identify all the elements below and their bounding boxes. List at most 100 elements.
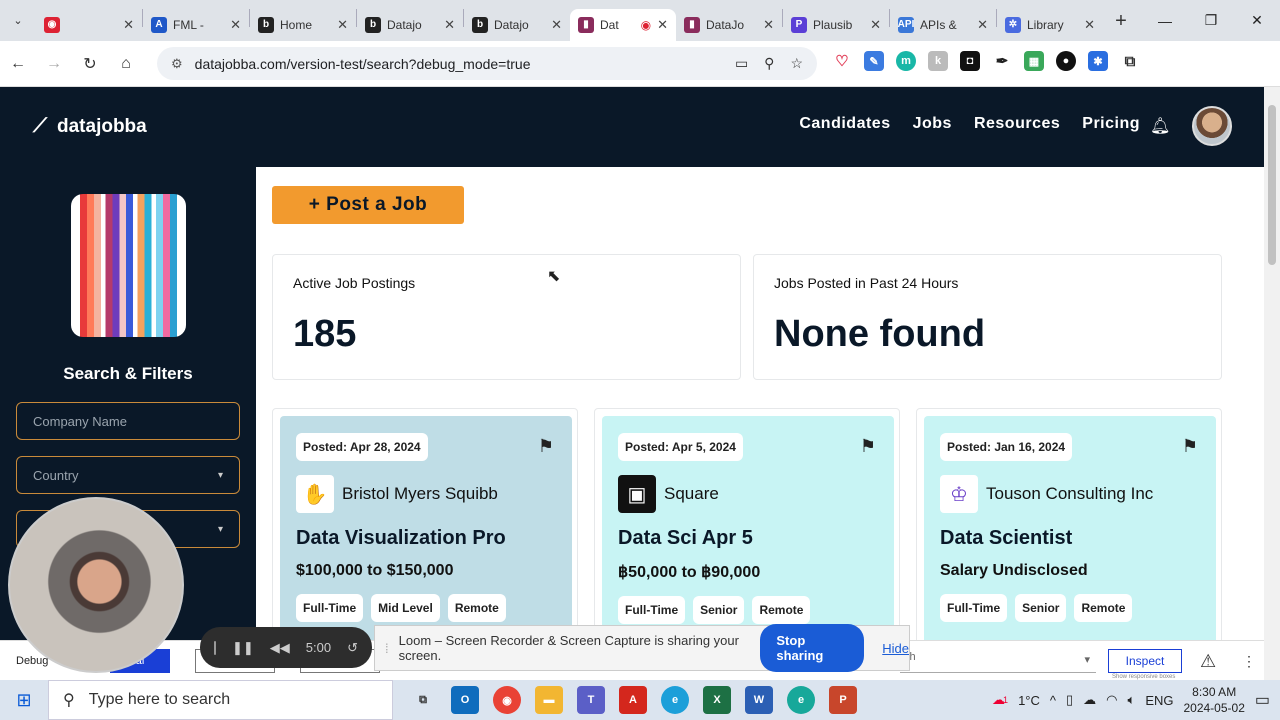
bookmark-add-icon[interactable]: ⚑ [1182, 436, 1198, 457]
wifi-icon[interactable]: ◠ [1106, 692, 1117, 708]
acrobat-icon[interactable]: A [619, 686, 647, 714]
browser-tab[interactable]: A FML - ✕ [143, 9, 249, 41]
close-tab-icon[interactable]: ✕ [870, 17, 881, 33]
pause-icon[interactable]: ❚❚ [232, 640, 254, 656]
clock[interactable]: 8:30 AM 2024-05-02 [1183, 684, 1244, 716]
post-job-button[interactable]: + Post a Job [272, 186, 464, 224]
chrome-icon[interactable]: ◉ [493, 686, 521, 714]
job-title[interactable]: Data Sci Apr 5 [618, 527, 878, 550]
rewind-icon[interactable]: ◀◀ [270, 640, 290, 656]
teams-icon[interactable]: T [577, 686, 605, 714]
company-name-input[interactable]: Company Name [16, 402, 240, 440]
nav-resources[interactable]: Resources [974, 115, 1060, 133]
extension-icon[interactable]: ✱ [1088, 51, 1108, 71]
temperature[interactable]: 1°C [1018, 693, 1040, 708]
notifications-icon[interactable]: ▭ [1255, 690, 1270, 710]
nav-pricing[interactable]: Pricing [1082, 115, 1140, 133]
edge-dev-icon[interactable]: e [787, 686, 815, 714]
close-tab-icon[interactable]: ✕ [230, 17, 241, 33]
user-avatar[interactable] [1192, 106, 1232, 146]
notification-bell-icon[interactable]: 🔔︎ [1150, 116, 1170, 136]
browser-tab[interactable]: b Home ✕ [250, 9, 356, 41]
extension-icon[interactable]: k [928, 51, 948, 71]
usb-icon[interactable]: ▯ [1066, 692, 1073, 708]
minimize-icon[interactable]: — [1142, 13, 1188, 29]
back-icon[interactable]: ← [0, 55, 36, 73]
company-name[interactable]: Touson Consulting Inc [986, 484, 1153, 504]
job-title[interactable]: Data Scientist [940, 527, 1200, 550]
job-title[interactable]: Data Visualization Pro [296, 527, 556, 550]
browser-tab[interactable]: P Plausib ✕ [783, 9, 889, 41]
volume-icon[interactable]: 🔈︎ [1128, 692, 1136, 708]
address-bar[interactable]: ⚙ datajobba.com/version-test/search?debu… [157, 47, 817, 80]
browser-tab[interactable]: ◉ ✕ [36, 9, 142, 41]
puzzle-icon[interactable]: ⧉ [1120, 51, 1140, 71]
browser-tab[interactable]: ▮ Dat ◉ ✕ [570, 8, 676, 41]
extension-icon[interactable]: ✎ [864, 51, 884, 71]
extension-icon[interactable]: ▦ [1024, 51, 1044, 71]
browser-tab[interactable]: ✲ Library ✕ [997, 9, 1103, 41]
home-icon[interactable]: ⌂ [108, 55, 144, 73]
loom-webcam-bubble[interactable] [8, 497, 184, 673]
brand-logo[interactable]: ⟋ datajobba [33, 115, 147, 138]
pocket-icon[interactable]: ♡ [832, 51, 852, 71]
excel-icon[interactable]: X [703, 686, 731, 714]
close-tab-icon[interactable]: ✕ [337, 17, 348, 33]
language-indicator[interactable]: ENG [1145, 693, 1173, 708]
company-name[interactable]: Bristol Myers Squibb [342, 484, 498, 504]
country-select[interactable]: Country ▾ [16, 456, 240, 494]
tab-search-chevron-icon[interactable]: ⌄ [0, 0, 36, 41]
debug-element-search[interactable]: ch ▾ [900, 651, 1096, 673]
camera-icon[interactable]: ▭ [735, 55, 748, 72]
extension-icon[interactable]: m [896, 51, 916, 71]
nav-candidates[interactable]: Candidates [799, 115, 890, 133]
close-tab-icon[interactable]: ✕ [657, 17, 668, 33]
debug-menu-icon[interactable]: ⋮ [1242, 653, 1256, 670]
close-tab-icon[interactable]: ✕ [1084, 17, 1095, 33]
close-tab-icon[interactable]: ✕ [444, 17, 455, 33]
windows-start-icon[interactable]: ⊞ [0, 690, 48, 711]
stop-record-icon[interactable] [214, 640, 216, 655]
extension-icon[interactable]: ◘ [960, 51, 980, 71]
site-settings-icon[interactable]: ⚙ [171, 56, 183, 72]
bookmark-add-icon[interactable]: ⚑ [860, 436, 876, 457]
company-name[interactable]: Square [664, 484, 719, 504]
drag-handle-icon[interactable]: ⁞ [385, 641, 389, 656]
reload-icon[interactable]: ↻ [72, 54, 108, 74]
zoom-icon[interactable]: ⚲ [764, 55, 774, 72]
close-window-icon[interactable]: ✕ [1234, 12, 1280, 29]
nav-jobs[interactable]: Jobs [913, 115, 952, 133]
page-scrollbar[interactable] [1264, 87, 1280, 680]
powerpoint-icon[interactable]: P [829, 686, 857, 714]
inspect-button[interactable]: Inspect [1108, 649, 1182, 673]
warning-icon[interactable]: ⚠ [1200, 651, 1216, 672]
close-tab-icon[interactable]: ✕ [977, 17, 988, 33]
browser-tab[interactable]: b Datajo ✕ [357, 9, 463, 41]
url-text[interactable]: datajobba.com/version-test/search?debug_… [195, 56, 719, 72]
close-tab-icon[interactable]: ✕ [551, 17, 562, 33]
forward-icon[interactable]: → [36, 55, 72, 73]
browser-tab[interactable]: API APIs & ✕ [890, 9, 996, 41]
hide-banner-link[interactable]: Hide [882, 641, 909, 656]
browser-tab[interactable]: b Datajo ✕ [464, 9, 570, 41]
new-tab-button[interactable]: + [1103, 10, 1139, 33]
bookmark-add-icon[interactable]: ⚑ [538, 436, 554, 457]
restart-icon[interactable]: ↺ [347, 640, 358, 656]
edge-icon[interactable]: e [661, 686, 689, 714]
eyedropper-icon[interactable]: ✒ [992, 51, 1012, 71]
tray-chevron-icon[interactable]: ^ [1050, 693, 1056, 708]
close-tab-icon[interactable]: ✕ [763, 17, 774, 33]
word-icon[interactable]: W [745, 686, 773, 714]
scrollbar-thumb[interactable] [1268, 105, 1276, 265]
browser-tab[interactable]: ▮ DataJo ✕ [676, 9, 782, 41]
taskbar-search[interactable]: ⚲ Type here to search [48, 680, 393, 720]
file-explorer-icon[interactable]: ▬ [535, 686, 563, 714]
close-tab-icon[interactable]: ✕ [123, 17, 134, 33]
onedrive-icon[interactable]: ☁ [1083, 692, 1096, 708]
bookmark-star-icon[interactable]: ☆ [790, 55, 803, 72]
extension-icon[interactable]: ● [1056, 51, 1076, 71]
task-view-icon[interactable]: ⧉ [409, 686, 437, 714]
outlook-icon[interactable]: O [451, 686, 479, 714]
restore-icon[interactable]: ❐ [1188, 12, 1234, 29]
stop-sharing-button[interactable]: Stop sharing [760, 624, 865, 672]
